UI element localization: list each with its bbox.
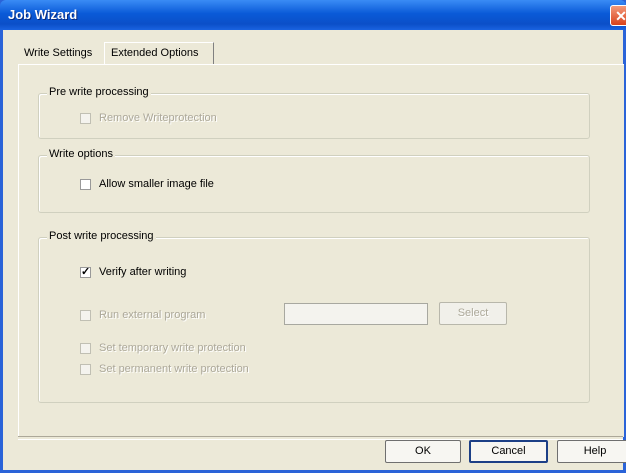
ok-button[interactable]: OK [385,440,461,463]
tab-write-settings[interactable]: Write Settings [18,44,110,63]
post-write-group-title: Post write processing [47,230,156,242]
permanent-write-protection-label: Set permanent write protection [99,363,249,375]
write-options-group: Write options Allow smaller image file [38,148,590,213]
checkbox-box[interactable] [80,112,91,124]
checkbox-box[interactable] [80,363,91,375]
close-icon: ✕ [615,8,626,24]
write-options-group-title: Write options [47,148,115,160]
close-button[interactable]: ✕ [610,5,626,26]
cancel-button[interactable]: Cancel [469,440,548,463]
checkbox-box[interactable] [80,178,91,190]
remove-writeprotection-checkbox[interactable]: Remove Writeprotection [80,111,217,125]
allow-smaller-image-checkbox[interactable]: Allow smaller image file [80,177,214,191]
post-write-group: Post write processing Verify after writi… [38,230,590,403]
select-program-button[interactable]: Select [439,302,507,325]
external-program-path-input[interactable] [284,303,428,325]
pre-write-group: Pre write processing Remove Writeprotect… [38,86,590,139]
job-wizard-window: Job Wizard ✕ Write Settings Extended Opt… [0,0,626,473]
allow-smaller-image-label: Allow smaller image file [99,178,214,190]
pre-write-group-title: Pre write processing [47,86,151,98]
verify-after-writing-checkbox[interactable]: Verify after writing [80,265,186,279]
run-external-program-checkbox[interactable]: Run external program [80,308,205,322]
temporary-write-protection-checkbox[interactable]: Set temporary write protection [80,341,246,355]
title-bar[interactable]: Job Wizard ✕ [0,0,626,30]
verify-after-writing-label: Verify after writing [99,266,187,278]
extended-options-panel: Pre write processing Remove Writeprotect… [18,64,624,437]
checkbox-box[interactable] [80,265,91,278]
checkbox-box[interactable] [80,342,91,354]
dialog-client-area: Write Settings Extended Options Pre writ… [3,30,626,470]
remove-writeprotection-label: Remove Writeprotection [99,112,217,124]
tab-extended-options[interactable]: Extended Options [104,42,214,64]
permanent-write-protection-checkbox[interactable]: Set permanent write protection [80,362,249,376]
window-title: Job Wizard [8,7,78,22]
run-external-program-label: Run external program [99,309,206,321]
help-button[interactable]: Help [557,440,626,463]
temporary-write-protection-label: Set temporary write protection [99,342,246,354]
checkbox-box[interactable] [80,309,91,321]
